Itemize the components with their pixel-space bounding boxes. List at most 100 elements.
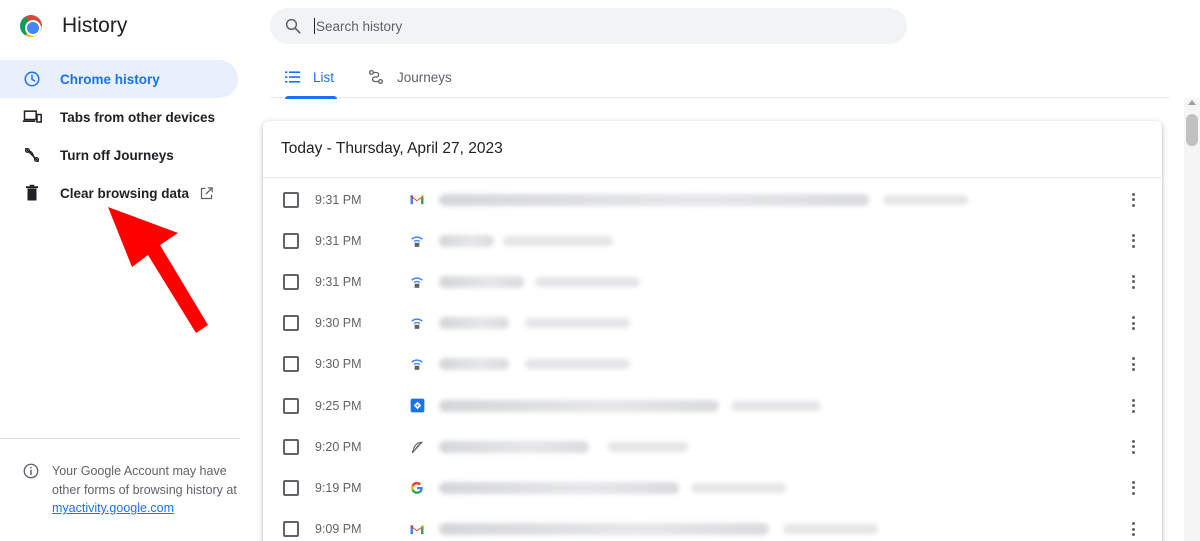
table-row[interactable]: 9:20 PM [263, 426, 1162, 467]
row-time: 9:31 PM [315, 192, 362, 207]
row-time: 9:20 PM [315, 439, 362, 454]
tab-label: Journeys [397, 69, 452, 85]
external-link-icon [199, 186, 214, 201]
gmail-icon [409, 521, 425, 537]
search-bar[interactable] [270, 8, 907, 44]
table-row[interactable]: 9:09 PM [263, 509, 1162, 541]
row-domain-redacted [503, 235, 613, 246]
row-title-redacted [439, 440, 589, 453]
more-options-icon[interactable] [1125, 398, 1141, 414]
history-card: Today - Thursday, April 27, 2023 9:31 PM… [263, 121, 1162, 541]
row-time: 9:30 PM [315, 316, 362, 331]
chrome-logo-icon [20, 15, 42, 37]
row-domain-redacted [525, 318, 630, 329]
row-time: 9:19 PM [315, 480, 362, 495]
row-checkbox[interactable] [283, 315, 299, 332]
row-time: 9:30 PM [315, 357, 362, 372]
search-input[interactable] [316, 18, 876, 34]
annotation-arrow-icon [108, 207, 208, 333]
row-checkbox[interactable] [283, 479, 299, 496]
table-row[interactable]: 9:25 PM [263, 385, 1162, 426]
row-time: 9:31 PM [315, 233, 362, 248]
row-title-redacted [439, 399, 719, 412]
lock-wifi-icon [409, 356, 425, 372]
account-note: Your Google Account may have other forms… [22, 462, 237, 518]
scroll-up-arrow-icon[interactable] [1188, 100, 1196, 105]
scrollbar[interactable] [1184, 98, 1200, 541]
trash-icon [22, 183, 42, 203]
scroll-thumb[interactable] [1186, 114, 1198, 146]
table-row[interactable]: 9:30 PM [263, 303, 1162, 344]
sidebar-divider [0, 438, 240, 439]
tab-label: List [313, 69, 335, 85]
table-row[interactable]: 9:31 PM [263, 220, 1162, 261]
row-domain-redacted [535, 276, 640, 287]
more-options-icon[interactable] [1125, 356, 1141, 372]
row-domain-redacted [883, 194, 968, 205]
myactivity-link[interactable]: myactivity.google.com [52, 501, 174, 515]
sidebar-item-label: Tabs from other devices [60, 109, 216, 125]
row-domain-redacted [691, 482, 786, 493]
page-title: History [62, 14, 128, 37]
more-options-icon[interactable] [1125, 192, 1141, 208]
brand: History [20, 14, 127, 38]
sidebar-nav: Chrome history Tabs from other devices T… [0, 60, 238, 212]
account-note-text: Your Google Account may have other forms… [52, 464, 237, 515]
row-domain-redacted [525, 359, 630, 370]
row-time: 9:25 PM [315, 398, 362, 413]
row-checkbox[interactable] [283, 356, 299, 373]
row-checkbox[interactable] [283, 191, 299, 208]
sidebar-item-turn-off-journeys[interactable]: Turn off Journeys [0, 136, 238, 174]
sidebar-item-label: Chrome history [60, 71, 160, 87]
table-row[interactable]: 9:30 PM [263, 344, 1162, 385]
view-tabs: List Journeys [270, 56, 1170, 99]
list-icon [285, 70, 301, 84]
search-icon [284, 17, 302, 35]
sidebar-item-chrome-history[interactable]: Chrome history [0, 60, 238, 98]
row-domain-redacted [783, 524, 878, 535]
more-options-icon[interactable] [1125, 439, 1141, 455]
lock-wifi-icon [409, 315, 425, 331]
google-icon [409, 480, 425, 496]
journeys-off-icon [22, 145, 42, 165]
tab-journeys[interactable]: Journeys [367, 56, 452, 98]
journeys-icon [367, 68, 385, 86]
row-checkbox[interactable] [283, 273, 299, 290]
table-row[interactable]: 9:31 PM [263, 261, 1162, 302]
blue-diamond-icon [409, 398, 425, 414]
date-header: Today - Thursday, April 27, 2023 [263, 121, 1162, 178]
table-row[interactable]: 9:19 PM [263, 467, 1162, 508]
row-time: 9:09 PM [315, 522, 362, 537]
tab-list[interactable]: List [285, 56, 337, 99]
row-title-redacted [439, 193, 869, 206]
feather-icon [409, 439, 425, 455]
row-checkbox[interactable] [283, 521, 299, 538]
more-options-icon[interactable] [1125, 233, 1141, 249]
sidebar-item-tabs-from-other-devices[interactable]: Tabs from other devices [0, 98, 238, 136]
row-domain-redacted [731, 400, 821, 411]
info-icon [22, 462, 42, 482]
gmail-icon [409, 192, 425, 208]
more-options-icon[interactable] [1125, 274, 1141, 290]
more-options-icon[interactable] [1125, 480, 1141, 496]
row-title-redacted [439, 275, 524, 288]
more-options-icon[interactable] [1125, 521, 1141, 537]
table-row[interactable]: 9:31 PM [263, 179, 1162, 220]
row-title-redacted [439, 358, 509, 371]
devices-icon [22, 107, 42, 127]
row-checkbox[interactable] [283, 232, 299, 249]
row-title-redacted [439, 234, 494, 247]
lock-wifi-icon [409, 274, 425, 290]
row-time: 9:31 PM [315, 274, 362, 289]
more-options-icon[interactable] [1125, 315, 1141, 331]
row-checkbox[interactable] [283, 438, 299, 455]
clock-icon [22, 69, 42, 89]
row-title-redacted [439, 523, 769, 536]
history-list: 9:31 PM 9:31 PM 9:31 PM 9:30 PM 9:30 PM … [263, 178, 1162, 541]
row-title-redacted [439, 317, 509, 330]
row-title-redacted [439, 481, 679, 494]
lock-wifi-icon [409, 233, 425, 249]
sidebar-item-label: Turn off Journeys [60, 147, 174, 163]
row-checkbox[interactable] [283, 397, 299, 414]
text-caret [314, 18, 315, 34]
